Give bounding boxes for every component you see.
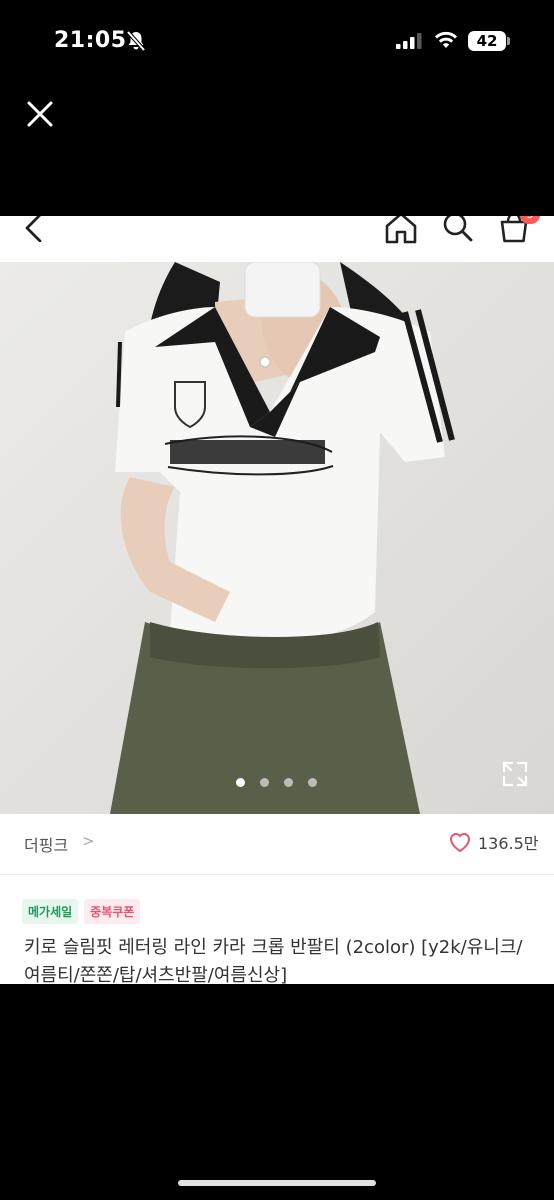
carousel-dot[interactable] [260,778,269,787]
carousel-dot[interactable] [284,778,293,787]
like-button[interactable]: 136.5만 [448,830,539,854]
heart-icon [449,833,471,853]
close-icon[interactable] [24,98,56,130]
home-indicator[interactable] [178,1180,376,1186]
carousel-dot[interactable] [236,778,245,787]
top-navigation: 3 [0,216,554,260]
back-icon[interactable] [20,216,48,243]
home-icon[interactable] [382,216,420,248]
status-time: 21:05 [54,28,127,53]
product-title: 키로 슬림핏 레터링 라인 카라 크롭 반팔티 (2color) [y2k/유니… [24,937,523,984]
like-count: 136.5만 [478,834,539,853]
signal-icon [396,33,422,53]
carousel-dot[interactable] [308,778,317,787]
bell-slash-icon [126,30,146,56]
product-image[interactable] [0,262,554,814]
battery-level: 42 [468,31,506,51]
product-page: 3 [0,216,554,984]
search-icon[interactable] [440,216,476,248]
store-row: 더핑크 > 136.5만 [0,814,554,875]
chevron-right-icon: > [82,832,95,850]
promo-badges: 메가세일 중복쿠폰 [22,899,141,924]
carousel-indicator [236,778,317,787]
badge-mega-sale: 메가세일 [22,899,79,924]
badge-coupon: 중복쿠폰 [84,899,141,924]
wifi-icon [434,31,458,53]
battery-tip [507,37,510,45]
store-name-link[interactable]: 더핑크 [24,832,68,856]
expand-icon[interactable] [500,759,530,793]
status-bar: 21:05 42 [0,0,554,86]
